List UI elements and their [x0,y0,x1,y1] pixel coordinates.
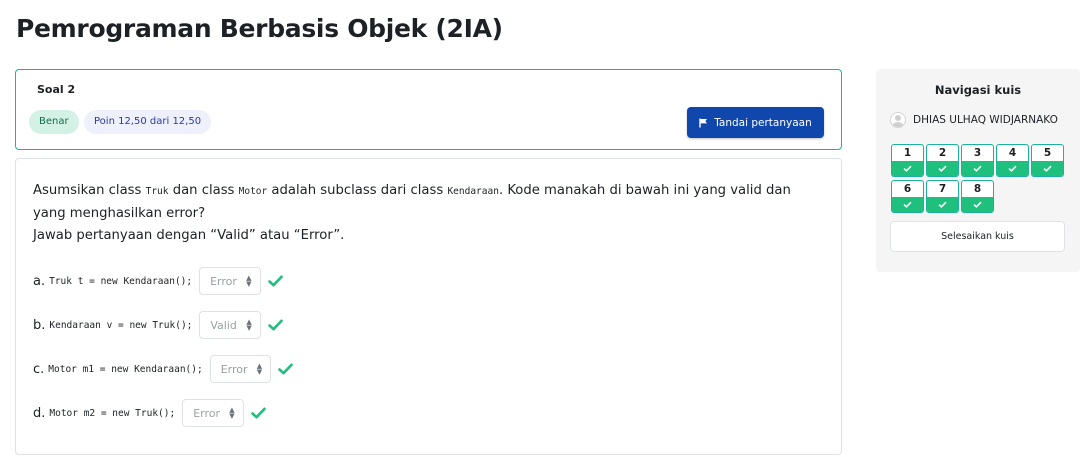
question-content-box: Asumsikan class Truk dan class Motor ada… [15,158,842,455]
question-text-segment: dan class [168,183,239,198]
user-avatar-icon [890,112,906,128]
check-icon [892,197,923,212]
quiz-nav-title: Navigasi kuis [934,83,1022,97]
answer-row-d: d. Motor m2 = new Truk(); Error ▲ ▼ [33,398,266,428]
check-icon [1032,161,1063,176]
answer-letter: d. [33,405,46,421]
status-badge: Benar [29,110,79,134]
updown-chevron-icon: ▲ ▼ [246,274,252,288]
quiz-nav-number: 4 [1008,147,1017,159]
updown-chevron-icon: ▲ ▼ [256,362,263,376]
answer-row-a: a. Truk t = new Kendaraan(); Error ▲ ▼ [33,266,283,296]
question-text-segment: adalah subclass dari class [267,183,448,198]
answer-code: Motor m2 = new Truk(); [49,407,176,419]
check-icon [267,319,283,331]
question-number: Soal 2 [37,83,76,96]
check-icon [927,161,958,176]
check-icon [927,197,958,212]
quiz-nav-button[interactable]: 2 [926,144,959,177]
quiz-nav-button[interactable]: 3 [961,144,994,177]
question-instruction: Jawab pertanyaan dengan “Valid” atau “Er… [33,228,345,243]
select-value: Error [193,406,221,420]
answer-select-d[interactable]: Error ▲ ▼ [182,399,244,427]
quiz-nav-button[interactable]: 1 [891,144,924,177]
answer-select-c[interactable]: Error ▲ ▼ [209,355,272,383]
answer-row-c: c. Motor m1 = new Kendaraan(); Error ▲ ▼ [33,354,293,384]
check-icon [962,161,993,176]
select-value: Valid [210,318,237,332]
quiz-nav-number: 7 [938,183,947,195]
flag-question-label: Tandai pertanyaan [714,116,812,129]
answer-letter: c. [33,361,45,377]
user-info: DHIAS ULHAQ WIDJARNAKO [890,112,1058,128]
code-inline: Truk [145,186,169,197]
quiz-nav-number: 5 [1043,147,1052,159]
code-inline: Motor [238,186,268,197]
flag-question-button[interactable]: Tandai pertanyaan [687,107,824,138]
quiz-nav-number: 6 [903,183,912,195]
quiz-nav-button[interactable]: 4 [996,144,1029,177]
quiz-navigation-panel: Navigasi kuis DHIAS ULHAQ WIDJARNAKO 1 2… [876,69,1080,272]
quiz-nav-button[interactable]: 8 [961,180,994,213]
quiz-nav-button[interactable]: 6 [891,180,924,213]
question-info-box: Soal 2 Benar Poin 12,50 dari 12,50 Tanda… [15,69,842,150]
quiz-nav-button[interactable]: 5 [1031,144,1064,177]
select-value: Error [220,362,248,376]
points-badge: Poin 12,50 dari 12,50 [84,110,212,134]
question-text-segment: Asumsikan class [33,183,146,198]
answer-code: Truk t = new Kendaraan(); [49,275,193,287]
updown-chevron-icon: ▲ ▼ [246,318,252,332]
answer-code: Kendaraan v = new Truk(); [49,319,193,331]
answer-code: Motor m1 = new Kendaraan(); [48,363,203,375]
answer-letter: b. [33,317,46,333]
select-value: Error [210,274,237,288]
finish-quiz-button[interactable]: Selesaikan kuis [890,221,1065,252]
answer-select-b[interactable]: Valid ▲ ▼ [199,311,261,339]
quiz-nav-number: 1 [903,147,912,159]
quiz-nav-button[interactable]: 7 [926,180,959,213]
flag-icon [699,118,708,128]
question-text: Asumsikan class Truk dan class Motor ada… [33,180,823,247]
check-icon [892,161,923,176]
quiz-nav-number: 8 [973,183,982,195]
quiz-nav-number: 3 [973,147,982,159]
check-icon [278,363,293,375]
answer-row-b: b. Kendaraan v = new Truk(); Valid ▲ ▼ [33,310,283,340]
check-icon [997,161,1028,176]
answer-letter: a. [33,273,46,289]
check-icon [250,407,266,419]
user-name: DHIAS ULHAQ WIDJARNAKO [913,114,1058,126]
page-title: Pemrograman Berbasis Objek (2IA) [16,14,503,43]
updown-chevron-icon: ▲ ▼ [229,406,235,420]
quiz-nav-number: 2 [938,147,947,159]
check-icon [267,275,283,287]
code-inline: Kendaraan [447,186,499,197]
answer-select-a[interactable]: Error ▲ ▼ [199,267,261,295]
check-icon [962,197,993,212]
